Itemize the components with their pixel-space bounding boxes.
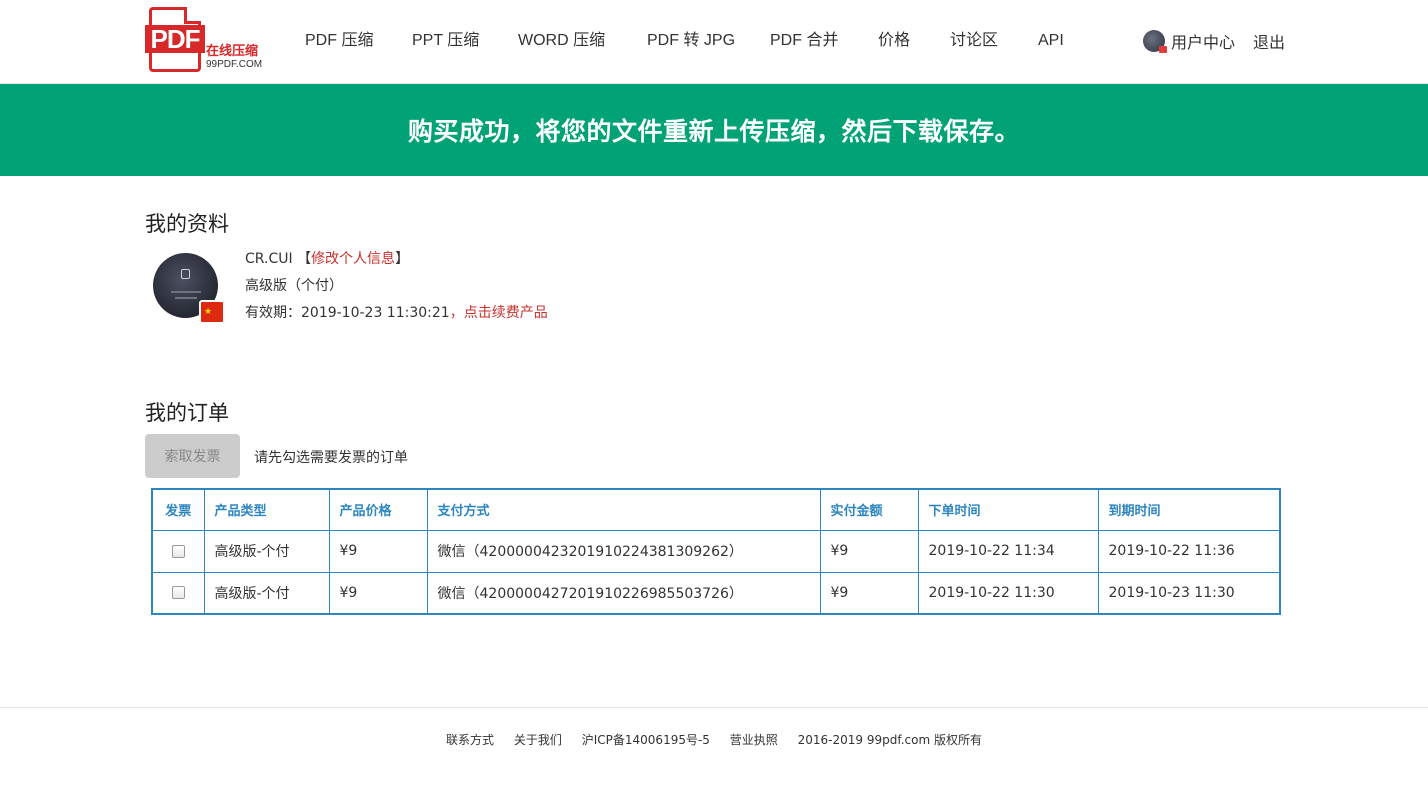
footer-icp-link[interactable]: 沪ICP备14006195号-5 — [582, 733, 710, 747]
nav-pdf-to-jpg[interactable]: PDF 转 JPG — [647, 30, 735, 52]
profile-title: 我的资料 — [145, 212, 229, 236]
footer-copyright: 2016-2019 99pdf.com 版权所有 — [797, 733, 982, 747]
site-logo[interactable]: PDF 在线压缩 99PDF.COM — [145, 7, 270, 75]
col-product-type: 产品类型 — [203, 488, 330, 531]
nav-word-compress[interactable]: WORD 压缩 — [518, 30, 605, 52]
orders-title: 我的订单 — [145, 401, 229, 425]
col-paid-amount: 实付金额 — [819, 488, 919, 531]
table-header-row: 发票 产品类型 产品价格 支付方式 实付金额 下单时间 到期时间 — [151, 488, 1281, 531]
edit-bracket-close: 】 — [395, 251, 410, 267]
col-order-time: 下单时间 — [917, 488, 1099, 531]
col-invoice: 发票 — [151, 488, 205, 531]
nav-pdf-merge[interactable]: PDF 合并 — [770, 30, 838, 52]
invoice-checkbox[interactable] — [171, 544, 185, 558]
china-flag-icon: ★ — [199, 300, 225, 324]
col-expire-time: 到期时间 — [1097, 488, 1281, 531]
renew-link[interactable]: 点击续费产品 — [464, 305, 548, 321]
request-invoice-button[interactable]: 索取发票 — [145, 434, 240, 478]
nav-ppt-compress[interactable]: PPT 压缩 — [412, 30, 479, 52]
table-row: 高级版-个付 ¥9 微信（420000042320191022438130926… — [151, 529, 1281, 573]
edit-profile-link[interactable]: 修改个人信息 — [311, 251, 395, 267]
logo-domain: 99PDF.COM — [206, 59, 263, 70]
col-product-price: 产品价格 — [328, 488, 428, 531]
renew-sep: ， — [449, 305, 464, 321]
price-cell: ¥9 — [328, 529, 428, 573]
price-cell: ¥9 — [328, 571, 428, 615]
profile-name-line: CR.CUI 【修改个人信息】 — [245, 248, 409, 268]
col-payment-method: 支付方式 — [426, 488, 821, 531]
nav-forum[interactable]: 讨论区 — [950, 30, 998, 52]
order-time-cell: 2019-10-22 11:30 — [917, 571, 1099, 615]
nav-api[interactable]: API — [1038, 30, 1064, 52]
payment-cell: 微信（4200000423201910224381309262） — [426, 529, 821, 573]
product-cell: 高级版-个付 — [203, 571, 330, 615]
site-header: PDF 在线压缩 99PDF.COM PDF 压缩 PPT 压缩 WORD 压缩… — [0, 0, 1428, 84]
paid-cell: ¥9 — [819, 529, 919, 573]
footer-license-link[interactable]: 营业执照 — [730, 733, 778, 747]
logo-pdf-text: PDF — [145, 25, 205, 53]
expiry-value: 2019-10-23 11:30:21 — [301, 305, 450, 321]
nav-pdf-compress[interactable]: PDF 压缩 — [305, 30, 373, 52]
profile-plan: 高级版（个付） — [245, 278, 343, 294]
footer-about-link[interactable]: 关于我们 — [514, 733, 562, 747]
invoice-cell — [151, 529, 205, 573]
expire-time-cell: 2019-10-22 11:36 — [1097, 529, 1281, 573]
order-time-cell: 2019-10-22 11:34 — [917, 529, 1099, 573]
table-row: 高级版-个付 ¥9 微信（420000042720191022698550372… — [151, 571, 1281, 615]
invoice-checkbox[interactable] — [171, 586, 185, 600]
avatar-lock-icon — [181, 269, 190, 279]
orders-table: 发票 产品类型 产品价格 支付方式 实付金额 下单时间 到期时间 高级版-个付 … — [151, 488, 1281, 615]
username: CR.CUI — [245, 251, 293, 267]
user-area: 用户中心 退出 — [1143, 29, 1285, 53]
product-cell: 高级版-个付 — [203, 529, 330, 573]
profile-expiry-line: 有效期：2019-10-23 11:30:21，点击续费产品 — [245, 302, 548, 322]
logout-link[interactable]: 退出 — [1253, 29, 1285, 53]
success-banner: 购买成功，将您的文件重新上传压缩，然后下载保存。 — [0, 84, 1428, 176]
user-avatar-icon[interactable] — [1143, 30, 1167, 53]
success-message: 购买成功，将您的文件重新上传压缩，然后下载保存。 — [407, 117, 1020, 146]
footer-divider — [0, 707, 1428, 708]
payment-cell: 微信（4200000427201910226985503726） — [426, 571, 821, 615]
expire-time-cell: 2019-10-23 11:30 — [1097, 571, 1281, 615]
footer-contact-link[interactable]: 联系方式 — [446, 733, 494, 747]
user-center-link[interactable]: 用户中心 — [1171, 29, 1235, 53]
paid-cell: ¥9 — [819, 571, 919, 615]
site-footer: 联系方式 关于我们 沪ICP备14006195号-5 营业执照 2016-201… — [0, 731, 1428, 748]
invoice-hint: 请先勾选需要发票的订单 — [254, 450, 408, 466]
invoice-cell — [151, 571, 205, 615]
edit-bracket-open: 【 — [297, 251, 312, 267]
logo-tagline: 在线压缩 — [206, 44, 259, 59]
expiry-label: 有效期： — [245, 305, 301, 321]
nav-pricing[interactable]: 价格 — [878, 30, 910, 52]
